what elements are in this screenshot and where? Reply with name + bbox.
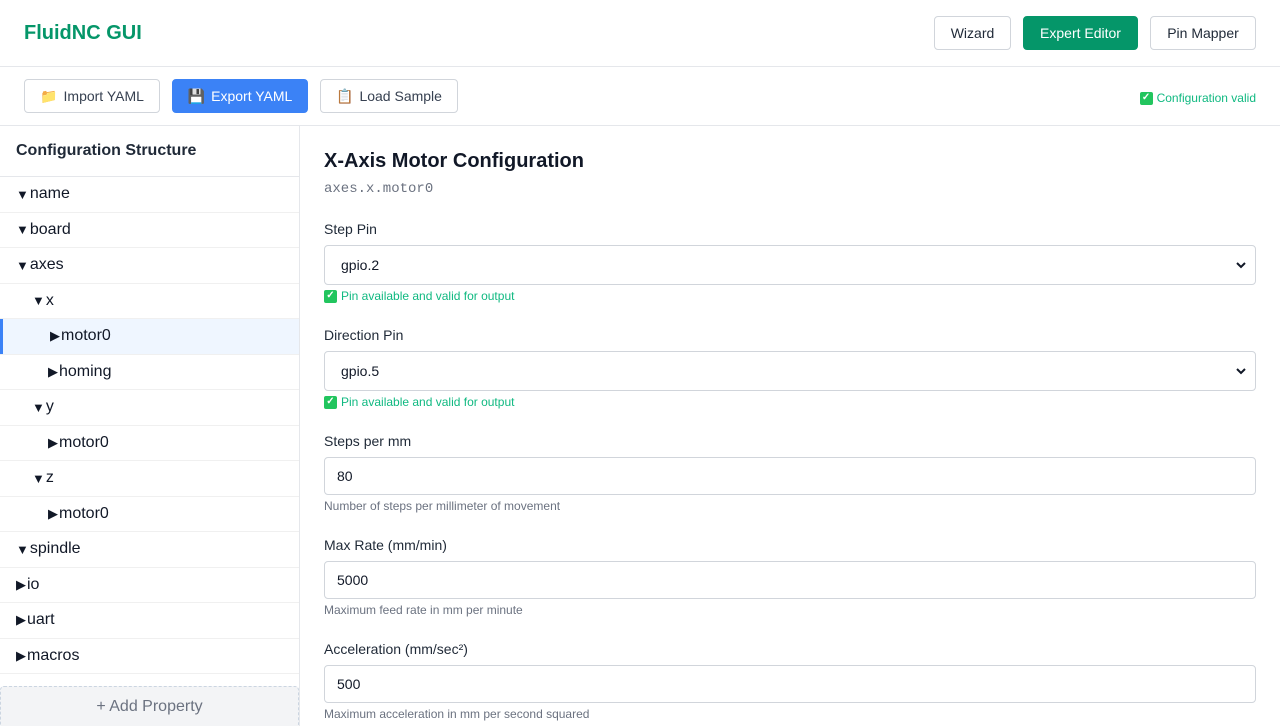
tree-item-z-motor0[interactable]: ▶ motor0 (0, 497, 299, 532)
add-property-button[interactable]: + Add Property (0, 686, 299, 726)
collapsed-arrow-icon: ▶ (48, 363, 58, 379)
step-pin-status: ✓ Pin available and valid for output (324, 289, 514, 303)
expanded-arrow-icon: ▼ (32, 399, 45, 415)
check-icon: ✓ (324, 395, 337, 409)
max-rate-input[interactable] (324, 561, 1256, 599)
direction-pin-value: gpio.5 (341, 363, 380, 379)
expanded-arrow-icon: ▼ (16, 257, 29, 273)
validation-status-text: Configuration valid (1156, 91, 1256, 105)
step-pin-label: Step Pin (324, 221, 377, 237)
direction-pin-status-text: Pin available and valid for output (341, 395, 515, 409)
clipboard-icon: 📋 (336, 87, 354, 104)
tree-item-label: spindle (29, 540, 81, 558)
chevron-down-icon (1236, 368, 1246, 375)
acceleration-label: Acceleration (mm/sec²) (324, 641, 468, 657)
step-pin-value: gpio.2 (341, 257, 380, 273)
expanded-arrow-icon: ▼ (32, 470, 45, 486)
import-yaml-button[interactable]: 📁 Import YAML (24, 79, 160, 113)
tree-item-label: z (45, 469, 54, 487)
collapsed-arrow-icon: ▶ (48, 434, 58, 450)
direction-pin-select[interactable]: gpio.5 (324, 351, 1256, 391)
export-yaml-label: Export YAML (211, 88, 293, 104)
collapsed-arrow-icon: ▶ (16, 612, 26, 628)
tree-item-spindle[interactable]: ▼ spindle (0, 532, 299, 568)
config-tree-sidebar: Configuration Structure ▼ name ▼ board ▼ ax… (0, 126, 300, 726)
steps-per-mm-input[interactable] (324, 457, 1256, 495)
tree-item-x-motor0[interactable]: ▶ motor0 (0, 319, 299, 355)
tree-item-label: uart (27, 611, 55, 629)
step-pin-select[interactable]: gpio.2 (324, 245, 1256, 285)
tree-item-label: y (45, 398, 54, 416)
step-pin-status-text: Pin available and valid for output (341, 289, 515, 303)
tree-item-x-homing[interactable]: ▶ homing (0, 355, 299, 390)
acceleration-input[interactable] (324, 665, 1256, 703)
max-rate-hint: Maximum feed rate in mm per minute (324, 603, 523, 617)
tree-item-macros[interactable]: ▶ macros (0, 639, 299, 674)
wizard-button[interactable]: Wizard (934, 16, 1011, 50)
app-title: FluidNC GUI (24, 22, 142, 44)
pin-mapper-button[interactable]: Pin Mapper (1150, 16, 1256, 50)
tree-item-label: x (45, 291, 54, 309)
expanded-arrow-icon: ▼ (16, 541, 29, 557)
expanded-arrow-icon: ▼ (16, 222, 29, 238)
validation-status: ✓ Configuration valid (1139, 91, 1256, 105)
sidebar-title: Configuration Structure (0, 126, 299, 177)
tree-item-board[interactable]: ▼ board (0, 213, 299, 248)
tree-item-label: homing (59, 362, 112, 380)
tree-item-axes[interactable]: ▼ axes (0, 248, 299, 284)
load-sample-button[interactable]: 📋 Load Sample (320, 79, 458, 113)
tree-item-label: io (27, 575, 40, 593)
tree-item-x[interactable]: ▼ x (0, 284, 299, 319)
tree-item-label: name (29, 185, 70, 203)
acceleration-hint: Maximum acceleration in mm per second sq… (324, 707, 590, 721)
expanded-arrow-icon: ▼ (32, 293, 45, 309)
floppy-disk-icon: 💾 (187, 87, 206, 104)
tree-item-label: axes (29, 256, 64, 274)
tree-item-z[interactable]: ▼ z (0, 461, 299, 497)
tree-item-y-motor0[interactable]: ▶ motor0 (0, 426, 299, 461)
check-icon: ✓ (1139, 91, 1153, 105)
collapsed-arrow-icon: ▶ (16, 576, 26, 592)
load-sample-label: Load Sample (359, 88, 442, 104)
tree-item-name[interactable]: ▼ name (0, 177, 299, 213)
folder-icon: 📁 (40, 87, 58, 104)
tree-item-label: motor0 (59, 433, 109, 451)
max-rate-label: Max Rate (mm/min) (324, 537, 447, 553)
tree-item-io[interactable]: ▶ io (0, 568, 299, 603)
motor-config-panel: X-Axis Motor Configuration axes.x.motor0… (300, 126, 1280, 726)
expanded-arrow-icon: ▼ (16, 186, 29, 202)
collapsed-arrow-icon: ▶ (50, 328, 60, 344)
collapsed-arrow-icon: ▶ (16, 647, 26, 663)
tree-item-label: board (29, 220, 71, 238)
tree-item-uart[interactable]: ▶ uart (0, 603, 299, 639)
tree-item-label: motor0 (61, 327, 111, 345)
direction-pin-status: ✓ Pin available and valid for output (324, 395, 514, 409)
tree-item-y[interactable]: ▼ y (0, 390, 299, 426)
top-header: FluidNC GUI Wizard Expert Editor Pin Map… (0, 0, 1280, 67)
tree-item-label: macros (27, 646, 80, 664)
steps-per-mm-hint: Number of steps per millimeter of moveme… (324, 499, 561, 513)
page-title: X-Axis Motor Configuration (324, 150, 584, 172)
collapsed-arrow-icon: ▶ (48, 505, 58, 521)
chevron-down-icon (1236, 262, 1246, 269)
export-yaml-button[interactable]: 💾 Export YAML (172, 79, 308, 113)
expert-editor-button[interactable]: Expert Editor (1023, 16, 1138, 50)
tree-item-label: motor0 (59, 504, 109, 522)
import-yaml-label: Import YAML (63, 88, 144, 104)
steps-per-mm-label: Steps per mm (324, 433, 412, 449)
toolbar: 📁 Import YAML 💾 Export YAML 📋 Load Sampl… (0, 67, 1280, 126)
check-icon: ✓ (324, 289, 337, 303)
direction-pin-label: Direction Pin (324, 327, 404, 343)
config-path: axes.x.motor0 (324, 181, 434, 197)
